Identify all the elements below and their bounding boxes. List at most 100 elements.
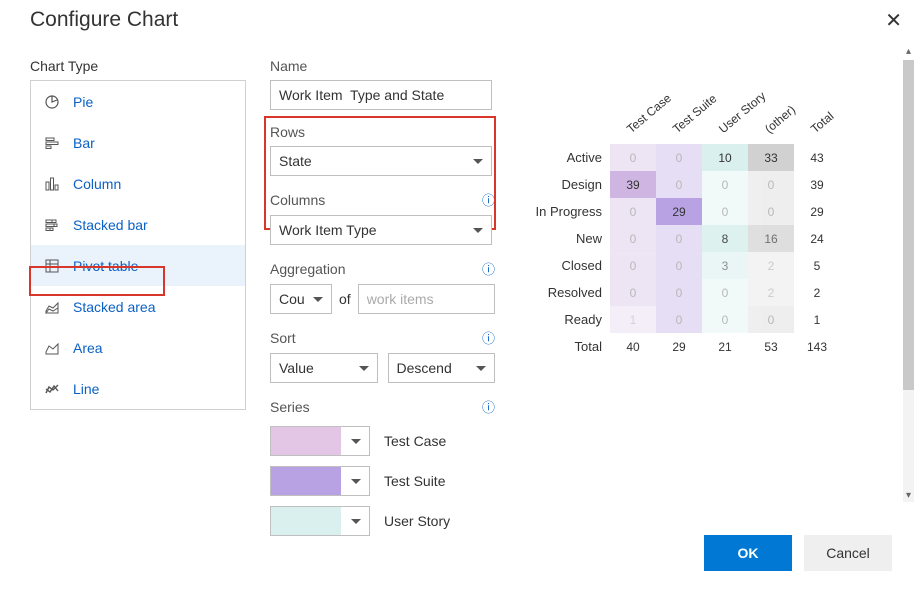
pivot-col-total: 40 [610,333,656,360]
pivot-table-icon [43,257,61,275]
chart-type-label: Pie [73,94,93,110]
pivot-col-total: 53 [748,333,794,360]
pivot-row-label: New [530,225,610,252]
pivot-cell: 33 [748,144,794,171]
chart-type-label: Column [73,176,121,192]
cancel-button[interactable]: Cancel [804,535,892,571]
pivot-row-total: 29 [794,198,840,225]
pivot-cell: 16 [748,225,794,252]
sort-value-select[interactable]: Value [270,353,378,383]
pivot-cell: 0 [656,171,702,198]
chart-type-label: Pivot table [73,258,138,274]
series-name: Test Case [384,433,446,449]
chart-type-stacked-bar[interactable]: Stacked bar [31,204,245,245]
info-icon[interactable]: ⓘ [482,190,495,209]
pivot-grand-total: 143 [794,333,840,360]
chart-type-label: Line [73,381,99,397]
chart-type-label: Stacked bar [73,217,148,233]
stacked-area-icon [43,298,61,316]
series-color-select[interactable] [270,466,370,496]
pivot-row-label: Active [530,144,610,171]
name-label: Name [270,58,495,74]
info-icon[interactable]: ⓘ [482,259,495,278]
pivot-cell: 29 [656,198,702,225]
pivot-cell: 0 [702,306,748,333]
aggregation-label: Aggregation [270,261,346,277]
series-color-select[interactable] [270,506,370,536]
aggregation-field[interactable]: work items [358,284,495,314]
pivot-cell: 0 [656,225,702,252]
rows-label: Rows [270,124,495,140]
pivot-cell: 0 [610,252,656,279]
pivot-row-total: 5 [794,252,840,279]
pivot-cell: 39 [610,171,656,198]
pivot-cell: 0 [656,144,702,171]
pivot-table: Test CaseTest SuiteUser Story(other)Tota… [530,90,840,360]
pivot-row-label: Resolved [530,279,610,306]
scrollbar-thumb[interactable] [903,60,914,390]
pivot-row-total: 1 [794,306,840,333]
pivot-row-label: Closed [530,252,610,279]
bar-icon [43,134,61,152]
pivot-cell: 0 [702,171,748,198]
chart-type-bar[interactable]: Bar [31,122,245,163]
series-row: Test Case [270,426,495,456]
chart-type-area[interactable]: Area [31,327,245,368]
pivot-row-label: Ready [530,306,610,333]
rows-select[interactable]: State [270,146,492,176]
series-row: User Story [270,506,495,536]
info-icon[interactable]: ⓘ [482,328,495,347]
chart-type-column[interactable]: Column [31,163,245,204]
pivot-cell: 0 [656,279,702,306]
ok-button[interactable]: OK [704,535,792,571]
series-name: User Story [384,513,450,529]
series-color-select[interactable] [270,426,370,456]
pivot-cell: 0 [748,198,794,225]
pivot-row-label: Design [530,171,610,198]
pivot-cell: 8 [702,225,748,252]
pivot-cell: 0 [656,252,702,279]
chart-type-label: Area [73,340,103,356]
aggregation-select[interactable]: Cou [270,284,332,314]
dialog-title: Configure Chart [30,8,178,32]
chart-type-list: Pie Bar Column Stacked bar Pivot table Stacke… [30,80,246,410]
pivot-cell: 2 [748,279,794,306]
pivot-cell: 3 [702,252,748,279]
columns-select[interactable]: Work Item Type [270,215,492,245]
pivot-cell: 0 [656,306,702,333]
pivot-cell: 0 [610,198,656,225]
info-icon[interactable]: ⓘ [482,397,495,416]
pivot-row-label: In Progress [530,198,610,225]
series-name: Test Suite [384,473,445,489]
aggregation-of-label: of [339,291,351,307]
pivot-cell: 0 [748,306,794,333]
pivot-total-label: Total [530,333,610,360]
pivot-col-total: 29 [656,333,702,360]
pivot-row-total: 2 [794,279,840,306]
chart-type-label: Bar [73,135,95,151]
chart-type-line[interactable]: Line [31,368,245,409]
pivot-row-total: 24 [794,225,840,252]
scrollbar[interactable] [903,60,914,502]
area-icon [43,339,61,357]
sort-direction-select[interactable]: Descend [388,353,496,383]
pivot-row-total: 43 [794,144,840,171]
pivot-cell: 0 [610,279,656,306]
pivot-cell: 0 [610,225,656,252]
pivot-cell: 0 [702,279,748,306]
pivot-cell: 0 [748,171,794,198]
chart-type-pivot-table[interactable]: Pivot table [31,245,245,286]
pivot-cell: 0 [610,144,656,171]
name-input[interactable] [270,80,492,110]
pivot-col-total: 21 [702,333,748,360]
scroll-down-icon[interactable]: ▾ [903,490,914,501]
pivot-cell: 2 [748,252,794,279]
line-icon [43,380,61,398]
chart-type-label: Stacked area [73,299,156,315]
scroll-up-icon[interactable]: ▴ [903,46,914,57]
chart-type-stacked-area[interactable]: Stacked area [31,286,245,327]
chart-type-pie[interactable]: Pie [31,81,245,122]
pivot-cell: 0 [702,198,748,225]
close-icon[interactable]: ✕ [885,8,902,33]
series-label: Series [270,399,310,415]
